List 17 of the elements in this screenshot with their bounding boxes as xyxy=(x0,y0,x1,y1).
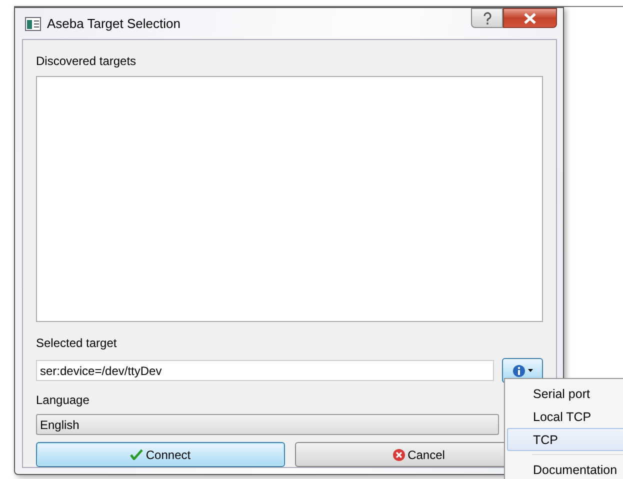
connect-button[interactable]: Connect xyxy=(36,442,284,467)
language-dropdown[interactable]: English xyxy=(36,414,499,435)
check-icon xyxy=(130,449,143,460)
app-icon xyxy=(25,16,41,30)
field-label: Discovered targets xyxy=(36,53,138,70)
field-label: Selected target xyxy=(36,335,118,352)
menu-item[interactable]: TCP xyxy=(507,428,623,451)
caret-icon xyxy=(528,369,532,372)
close-icon xyxy=(523,12,537,24)
menu-item[interactable]: Serial port xyxy=(507,382,623,405)
target-input-field[interactable]: ser:device=/dev/ttyDev xyxy=(36,360,494,381)
close-button[interactable] xyxy=(503,8,557,28)
cancel-icon xyxy=(392,448,405,460)
question-mark-icon xyxy=(482,12,492,24)
window-title: Aseba Target Selection xyxy=(47,16,182,31)
help-button[interactable] xyxy=(471,8,503,28)
menu-item[interactable]: Local TCP xyxy=(507,405,623,428)
